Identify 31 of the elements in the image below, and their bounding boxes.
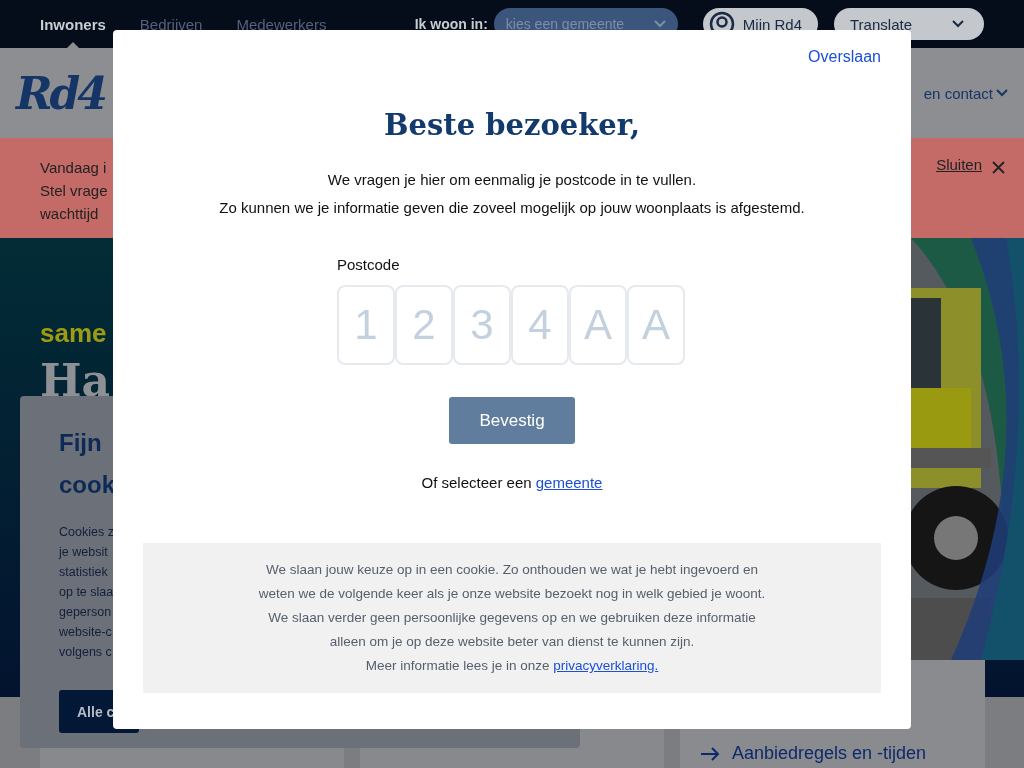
cookie-text: Cookies z je websit statistiek op te slaa geperson website-c volgens c <box>59 524 114 661</box>
dialog-title: Beste bezoeker, <box>384 108 640 142</box>
chevron-down-icon <box>952 20 964 28</box>
alert-text: Vandaag i Stel vrage wachttijd <box>40 158 108 224</box>
close-icon <box>992 161 1005 174</box>
location-label: Ik woon in: <box>414 16 488 32</box>
menu-item[interactable]: en contact <box>923 84 1008 102</box>
select-municipality-text: Of selecteer een gemeente <box>421 474 603 491</box>
chevron-down-icon <box>996 89 1008 97</box>
confirm-button[interactable]: Bevestig <box>449 397 575 444</box>
skip-link[interactable]: Overslaan <box>808 48 881 66</box>
postcode-digit-field[interactable]: 3 <box>453 285 511 365</box>
nav-tab[interactable]: Inwoners <box>40 0 106 48</box>
privacy-link[interactable]: privacyverklaring. <box>553 658 659 673</box>
postcode-digit-field[interactable]: 4 <box>511 285 569 365</box>
close-link[interactable]: Sluiten <box>936 156 1005 238</box>
postcode-label: Postcode <box>337 256 401 273</box>
hero-title: Ha <box>40 355 111 406</box>
postcode-digit-field[interactable]: 2 <box>395 285 453 365</box>
chevron-down-icon <box>653 20 666 28</box>
hero-kicker: same <box>40 318 107 349</box>
cookie-title: Fijn cook <box>59 428 115 500</box>
quick-link[interactable]: Aanbiedregels en -tijden <box>700 743 927 764</box>
postcode-digit-field[interactable]: 1 <box>337 285 395 365</box>
dialog-intro: We vragen je hier om eenmalig je postcode in te vullen. Zo kunnen we je informatie geven die zoveel mogelijk op jouw woonplaats is afgestemd. <box>219 170 805 218</box>
postcode-digit-field[interactable]: A <box>569 285 627 365</box>
postcode-digit-field[interactable]: A <box>627 285 685 365</box>
cookie-notice: We slaan jouw keuze op in een cookie. Zo onthouden we wat je hebt ingevoerd en weten we de volgende keer als je onze website bezoekt nog in welk gebied je woont. We slaan verder geen persoonlijke gegevens op en we gebruiken deze informatie alleen om je op deze website beter van dienst te kunnen zijn. Meer informatie lees je in onze privacyverklaring. <box>258 561 766 675</box>
logo[interactable]: Rd4 <box>16 67 105 119</box>
arrow-right-icon <box>700 746 720 761</box>
municipality-link[interactable]: gemeente <box>535 474 603 491</box>
